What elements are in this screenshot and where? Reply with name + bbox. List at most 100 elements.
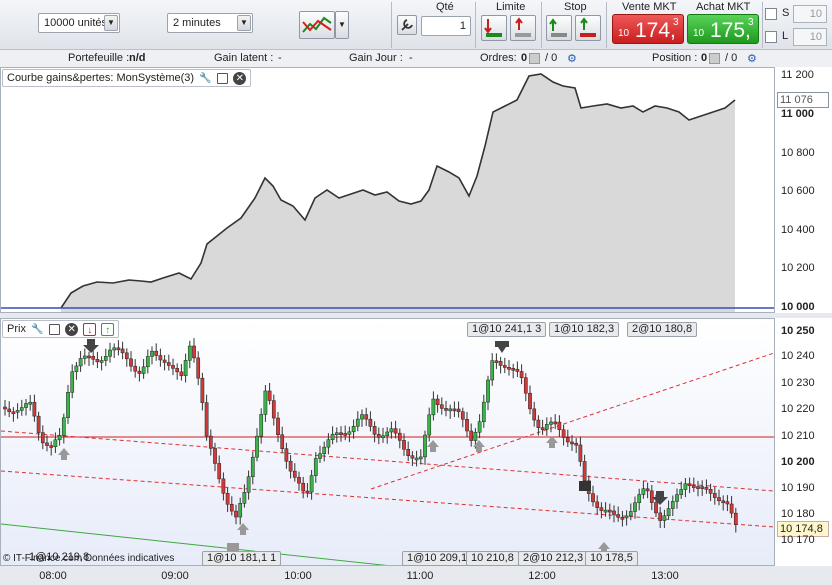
y-tick-label: 10 000 — [781, 301, 815, 313]
candle — [599, 507, 604, 511]
close-icon[interactable]: ✕ — [233, 71, 247, 85]
candle — [683, 483, 688, 490]
candle — [255, 435, 259, 458]
buy-price: 175, — [710, 19, 751, 42]
candle — [570, 441, 574, 445]
candle — [574, 442, 579, 446]
quantity-select[interactable]: 10000 unités ▼ — [38, 13, 120, 33]
candle — [376, 434, 381, 438]
candle — [423, 434, 427, 458]
candle — [297, 477, 301, 484]
candle — [649, 490, 654, 503]
pnl-chart-panel[interactable]: Courbe gains&pertes: MonSystème(3) 🔧 ✕ — [0, 67, 775, 313]
price-panel-title: Prix — [7, 323, 26, 335]
candle — [507, 367, 511, 370]
position-view-icon[interactable] — [709, 53, 720, 64]
close-icon[interactable]: ✕ — [65, 322, 79, 336]
candle — [200, 377, 205, 403]
buy-order-icon[interactable]: ↑ — [101, 322, 115, 336]
candle — [628, 511, 633, 517]
candle — [99, 360, 104, 363]
chart-style-button[interactable] — [299, 11, 335, 39]
qty-input[interactable]: 1 — [421, 16, 471, 36]
candle — [666, 508, 671, 517]
buy-price-decimal: 3 — [748, 17, 754, 28]
candle — [204, 402, 209, 437]
candle — [528, 392, 532, 410]
order-tag[interactable]: 10 178,5 — [585, 551, 638, 566]
timeframe-select[interactable]: 2 minutes ▼ — [167, 13, 253, 33]
candle — [494, 360, 499, 363]
l-input[interactable]: 10 — [793, 28, 827, 46]
candle — [166, 362, 171, 366]
order-tag[interactable]: 2@10 180,8 — [627, 322, 698, 337]
candle — [82, 355, 87, 359]
order-tag[interactable]: 10 210,8 — [466, 551, 519, 566]
candle — [217, 463, 222, 480]
wrench-icon[interactable] — [397, 15, 417, 35]
order-tag[interactable]: 1@10 181,1 1 — [202, 551, 282, 566]
account-status-bar: Portefeuille : n/d Gain latent : - Gain … — [0, 50, 832, 67]
buy-signal-arrow — [473, 440, 485, 452]
candle — [108, 349, 112, 357]
chevron-down-icon[interactable]: ▼ — [104, 15, 118, 31]
exit-marker — [227, 543, 239, 551]
candle — [292, 470, 297, 478]
l-checkbox[interactable] — [765, 31, 777, 43]
wrench-icon[interactable]: 🔧 — [199, 72, 212, 85]
window-icon[interactable] — [217, 72, 229, 84]
price-panel-header: Prix 🔧 ✕ ↓ ↑ — [2, 320, 120, 338]
x-tick-label: 11:00 — [406, 570, 434, 582]
price-chart-panel[interactable]: Prix 🔧 ✕ ↓ ↑ 1@10 241,1 3 1@10 182,3 2@1… — [0, 318, 775, 566]
candle — [3, 406, 7, 410]
limit-buy-button[interactable] — [481, 15, 507, 41]
candle — [700, 486, 705, 489]
candle — [15, 410, 20, 413]
candle — [536, 419, 541, 428]
stop-sell-button[interactable] — [575, 15, 601, 41]
orders-count: 0 — [521, 52, 528, 64]
s-checkbox[interactable] — [765, 8, 777, 20]
limit-order-icon — [484, 19, 502, 37]
sell-market-button[interactable]: 10 174, 3 — [612, 14, 684, 44]
candle — [225, 493, 230, 505]
order-tag[interactable]: 1@10 241,1 3 — [467, 322, 547, 337]
window-icon[interactable] — [49, 323, 61, 335]
pnl-panel-title: Courbe gains&pertes: MonSystème(3) — [7, 72, 195, 84]
candle — [162, 359, 167, 363]
y-tick-label: 10 400 — [781, 224, 815, 236]
candle — [103, 356, 108, 361]
candle — [481, 401, 486, 422]
candle — [557, 421, 562, 430]
candle — [616, 514, 621, 518]
candle — [591, 493, 595, 503]
order-tag[interactable]: 1@10 209,1 — [402, 551, 473, 566]
candle — [498, 360, 503, 366]
stop-buy-button[interactable] — [546, 15, 572, 41]
wrench-icon[interactable]: 🔧 — [31, 323, 44, 336]
buy-market-button[interactable]: 10 175, 3 — [687, 14, 759, 44]
gear-icon[interactable]: ⚙ — [747, 52, 757, 65]
candle — [213, 448, 217, 464]
x-tick-label: 09:00 — [161, 570, 189, 582]
candle — [402, 440, 406, 450]
day-gain-value: - — [409, 52, 413, 64]
s-input[interactable]: 10 — [793, 5, 827, 23]
gear-icon[interactable]: ⚙ — [567, 52, 577, 65]
candle — [721, 500, 726, 504]
order-tag[interactable]: 1@10 182,3 — [549, 322, 620, 337]
s-label: S — [782, 7, 790, 19]
candle — [603, 509, 608, 513]
order-tag[interactable]: 2@10 212,3 — [518, 551, 589, 566]
limit-sell-button[interactable] — [510, 15, 536, 41]
chevron-down-icon[interactable]: ▼ — [237, 15, 251, 31]
candle — [309, 475, 314, 493]
candle — [259, 414, 264, 437]
chart-style-dropdown[interactable]: ▼ — [335, 11, 349, 39]
candle — [7, 408, 12, 413]
sell-label: Vente MKT — [622, 1, 677, 13]
candle — [582, 461, 587, 482]
orders-view-icon[interactable] — [529, 53, 540, 64]
sell-order-icon[interactable]: ↓ — [83, 322, 97, 336]
candle — [179, 371, 184, 376]
